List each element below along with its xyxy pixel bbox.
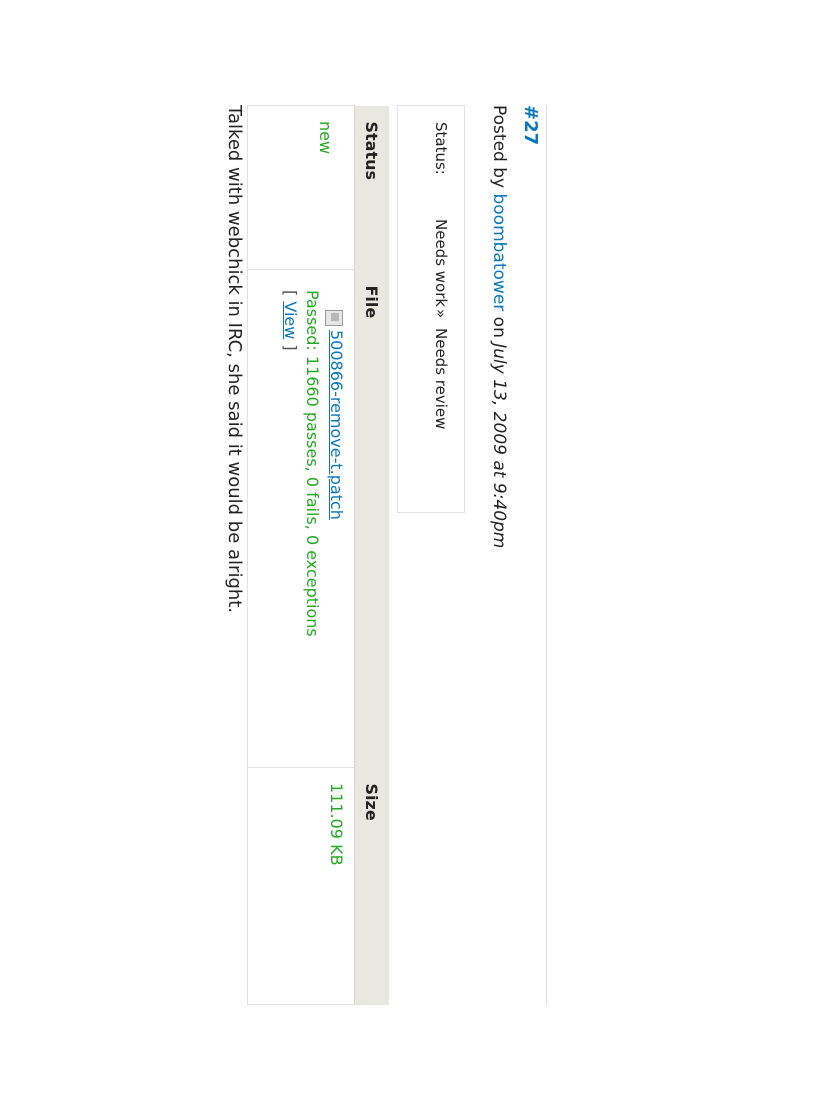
comment-byline: Posted by boombatower on July 13, 2009 a… <box>489 105 509 548</box>
view-bracket-close: ] <box>281 344 300 351</box>
new-status: Needs review <box>432 328 450 430</box>
column-header-file: File <box>354 269 389 768</box>
old-status: Needs work <box>432 219 450 308</box>
file-cell: 500866-remove-t.patch Passed: 11660 pass… <box>247 269 355 768</box>
view-wrapper: [ View ] <box>281 290 300 351</box>
column-header-size: Size <box>354 767 389 1005</box>
rotated-page: #27 Posted by boombatower on July 13, 20… <box>0 0 815 1110</box>
comment-divider <box>546 105 547 1005</box>
file-size: 111.09 KB <box>327 783 346 866</box>
status-arrow-icon: » <box>432 309 450 319</box>
file-status: new <box>316 121 335 155</box>
view-bracket-open: [ <box>281 290 300 297</box>
status-change-box: Status: Needs work » Needs review <box>397 105 465 513</box>
file-icon <box>325 310 343 326</box>
comment-date: July 13, 2009 at 9:40pm <box>489 343 509 549</box>
author-link[interactable]: boombatower <box>489 193 509 311</box>
table-header-row: Status File Size <box>354 105 389 1005</box>
posted-on-label: on <box>489 316 509 338</box>
file-size-cell: 111.09 KB <box>247 767 355 1005</box>
status-label: Status: <box>432 122 450 175</box>
posted-by-label: Posted by <box>489 105 509 189</box>
view-link[interactable]: View <box>281 301 300 339</box>
column-header-status: Status <box>354 105 389 270</box>
file-status-cell: new <box>247 105 355 270</box>
table-row: new 500866-remove-t.patch Passed: 11660 … <box>247 105 355 1005</box>
test-result: Passed: 11660 passes, 0 fails, 0 excepti… <box>303 290 322 637</box>
file-link[interactable]: 500866-remove-t.patch <box>327 330 346 520</box>
attached-files-table: Status File Size new 500866-remove-t.pat… <box>247 105 389 1005</box>
comment-body: Talked with webchick in IRC, she said it… <box>224 105 245 614</box>
comment-number-link[interactable]: #27 <box>520 105 541 145</box>
